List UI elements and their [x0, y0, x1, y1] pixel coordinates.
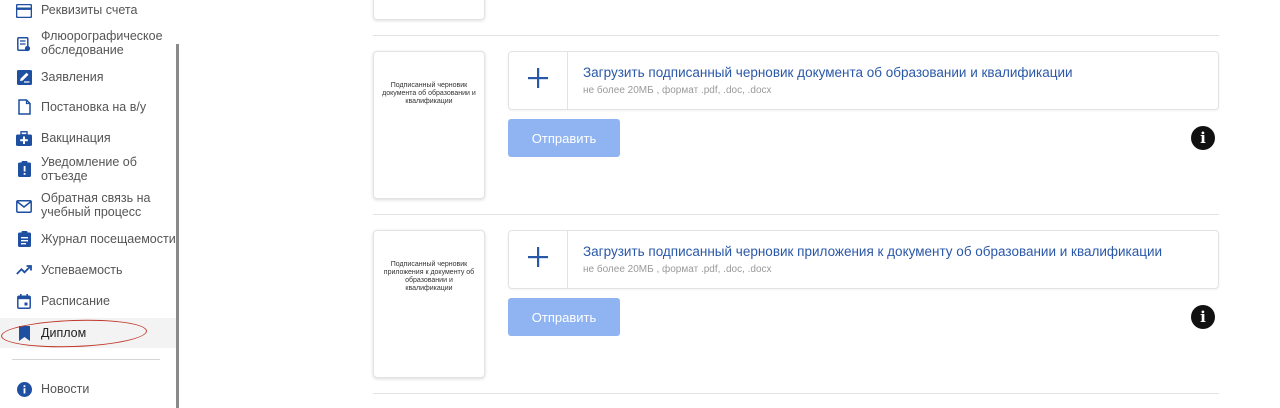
- info-circle-icon: [16, 381, 32, 397]
- credit-card-icon: [16, 3, 32, 19]
- sidebar-item-account-details[interactable]: Реквизиты счета: [0, 2, 176, 20]
- mail-icon: [16, 198, 32, 214]
- document-thumbnail-previous: [373, 0, 485, 20]
- sidebar: Реквизиты счета Флюорографическое обслед…: [0, 0, 178, 408]
- upload-title[interactable]: Загрузить подписанный черновик приложени…: [583, 244, 1162, 259]
- medical-report-icon: [16, 36, 32, 52]
- sidebar-item-label: Вакцинация: [41, 131, 111, 145]
- upload-hint: не более 20МБ , формат .pdf, .doc, .docx: [583, 264, 772, 275]
- document-thumbnail-caption: Подписанный черновик документа об образо…: [382, 82, 476, 105]
- plus-icon: [528, 247, 548, 272]
- document-icon: [16, 99, 32, 115]
- send-button[interactable]: Отправить: [508, 298, 620, 336]
- document-thumbnail[interactable]: Подписанный черновик документа об образо…: [373, 51, 485, 199]
- sidebar-item-military-registration[interactable]: Постановка на в/у: [0, 98, 176, 116]
- sidebar-item-news[interactable]: Новости: [0, 380, 176, 398]
- trending-up-icon: [16, 262, 32, 278]
- plus-icon: [528, 68, 548, 93]
- sidebar-item-diploma[interactable]: Диплом: [0, 318, 176, 348]
- alert-clipboard-icon: [16, 161, 32, 177]
- sidebar-item-feedback[interactable]: Обратная связь на учебный процесс: [0, 190, 176, 220]
- sidebar-item-applications[interactable]: Заявления: [0, 68, 176, 86]
- upload-hint: не более 20МБ , формат .pdf, .doc, .docx: [583, 85, 772, 96]
- edit-document-icon: [16, 69, 32, 85]
- info-icon[interactable]: i: [1191, 305, 1215, 329]
- sidebar-item-label: Уведомление об отъезде: [41, 155, 137, 183]
- upload-add-button[interactable]: [509, 52, 568, 109]
- document-thumbnail-caption: Подписанный черновик приложения к докуме…: [383, 261, 475, 292]
- sidebar-item-label: Заявления: [41, 70, 104, 84]
- sidebar-item-label: Расписание: [41, 294, 110, 308]
- upload-add-button[interactable]: [509, 231, 568, 288]
- file-upload-box[interactable]: Загрузить подписанный черновик документа…: [508, 51, 1219, 110]
- sidebar-item-label: Реквизиты счета: [41, 3, 138, 17]
- clipboard-list-icon: [16, 231, 32, 247]
- calendar-icon: [16, 293, 32, 309]
- sidebar-item-label: Диплом: [41, 326, 87, 340]
- sidebar-item-label: Новости: [41, 382, 90, 396]
- sidebar-item-label: Обратная связь на учебный процесс: [41, 191, 151, 219]
- sidebar-item-schedule[interactable]: Расписание: [0, 292, 176, 310]
- sidebar-scrollbar[interactable]: [176, 44, 179, 408]
- upload-title[interactable]: Загрузить подписанный черновик документа…: [583, 65, 1073, 80]
- section-divider: [373, 393, 1219, 394]
- sidebar-item-fluorography[interactable]: Флюорографическое обследование: [0, 28, 176, 58]
- sidebar-item-label: Журнал посещаемости: [41, 232, 176, 246]
- sidebar-item-departure-notice[interactable]: Уведомление об отъезде: [0, 154, 176, 184]
- section-divider: [373, 214, 1219, 215]
- document-thumbnail[interactable]: Подписанный черновик приложения к докуме…: [373, 230, 485, 378]
- file-upload-box[interactable]: Загрузить подписанный черновик приложени…: [508, 230, 1219, 289]
- sidebar-divider: [12, 359, 160, 360]
- sidebar-item-label: Успеваемость: [41, 263, 123, 277]
- sidebar-item-attendance-journal[interactable]: Журнал посещаемости: [0, 230, 176, 248]
- info-icon[interactable]: i: [1191, 126, 1215, 150]
- sidebar-item-progress[interactable]: Успеваемость: [0, 261, 176, 279]
- bookmark-icon: [16, 325, 32, 341]
- medical-kit-icon: [16, 130, 32, 146]
- sidebar-item-label: Постановка на в/у: [41, 100, 147, 114]
- send-button[interactable]: Отправить: [508, 119, 620, 157]
- section-divider: [373, 35, 1219, 36]
- sidebar-item-label: Флюорографическое обследование: [41, 29, 163, 57]
- sidebar-item-vaccination[interactable]: Вакцинация: [0, 129, 176, 147]
